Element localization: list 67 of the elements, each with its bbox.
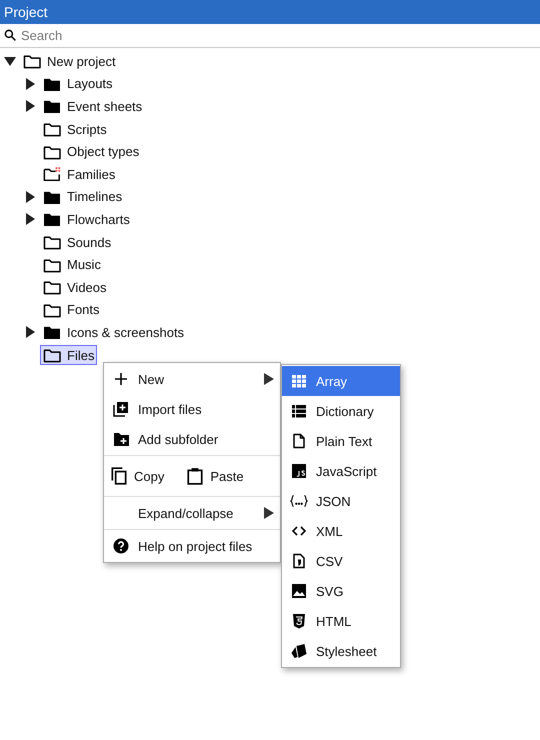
tree-item[interactable]: Timelines (40, 186, 126, 207)
collapse-arrow-icon[interactable] (24, 213, 36, 226)
menu-item[interactable]: HTML (282, 606, 400, 636)
menu-item[interactable]: Dictionary (282, 396, 400, 426)
tree-item[interactable]: Icons & screenshots (40, 322, 188, 342)
csv-file-icon (291, 553, 307, 569)
collapse-arrow-icon[interactable] (24, 326, 36, 338)
tree-item[interactable]: Families (40, 164, 118, 184)
html5-icon (291, 613, 307, 629)
menu-item[interactable]: Stylesheet (282, 636, 400, 666)
javascript-icon (291, 463, 307, 479)
menu-item[interactable]: Copy (110, 466, 164, 486)
folder-icon (23, 53, 41, 70)
tree-item[interactable]: Music (40, 254, 104, 275)
menu-item[interactable]: JavaScript (282, 456, 400, 486)
menu-item[interactable]: Add subfolder (104, 424, 280, 454)
search-icon (4, 29, 17, 42)
tree-item[interactable]: Scripts (40, 119, 110, 140)
folder-icon (43, 256, 61, 273)
plus-icon (113, 371, 129, 387)
braces-icon (290, 493, 308, 509)
menu-item[interactable]: JSON (282, 486, 400, 516)
menu-item[interactable]: Import files (104, 394, 280, 424)
tree-item[interactable]: Event sheets (40, 96, 146, 116)
folder-icon (43, 279, 61, 296)
menu-item[interactable]: SVG (282, 576, 400, 606)
import-icon (113, 401, 129, 417)
menu-item[interactable]: Plain Text (282, 426, 400, 456)
tree-item[interactable]: Layouts (40, 74, 116, 94)
folder-icon (43, 347, 61, 364)
folder-icon (43, 144, 61, 160)
menu-item[interactable]: Paste (186, 466, 244, 486)
menu-item[interactable]: New (104, 364, 280, 394)
copy-icon (110, 466, 128, 486)
collapse-arrow-icon[interactable] (24, 100, 36, 112)
clipboard-icon (186, 466, 204, 486)
folder-icon (43, 98, 61, 114)
folder-icon (43, 234, 61, 250)
menu-item[interactable]: Help on project files (104, 531, 280, 561)
grid-icon (291, 373, 307, 389)
folder-icon (43, 324, 61, 340)
tree-item[interactable]: Fonts (40, 300, 103, 320)
tree-item[interactable]: Sounds (40, 232, 114, 252)
menu-item[interactable]: CSV (282, 546, 400, 576)
help-icon (113, 538, 129, 554)
file-icon (291, 433, 307, 449)
tree-item[interactable]: Files (40, 345, 98, 366)
tree-item[interactable]: New project (20, 51, 119, 72)
folder-icon (43, 166, 61, 182)
collapse-arrow-icon[interactable] (24, 78, 36, 90)
menu-item[interactable]: Array (282, 366, 400, 396)
collapse-arrow-icon[interactable] (24, 190, 36, 203)
folder-icon (43, 302, 61, 318)
image-icon (291, 583, 307, 599)
tree-item[interactable]: Object types (40, 142, 142, 162)
search-field[interactable]: Search (21, 28, 540, 43)
menu-item[interactable]: Expand/collapse (104, 498, 280, 528)
folder-plus-icon (113, 431, 129, 447)
folder-icon (43, 211, 61, 228)
menu-item[interactable]: XML (282, 516, 400, 546)
expand-arrow-icon[interactable] (4, 55, 16, 68)
panel-title: Project (0, 0, 540, 24)
tree-item[interactable]: Videos (40, 277, 110, 298)
brush-icon (290, 643, 308, 659)
list-icon (291, 403, 307, 419)
folder-icon (43, 121, 61, 138)
tree-item[interactable]: Flowcharts (40, 209, 133, 230)
